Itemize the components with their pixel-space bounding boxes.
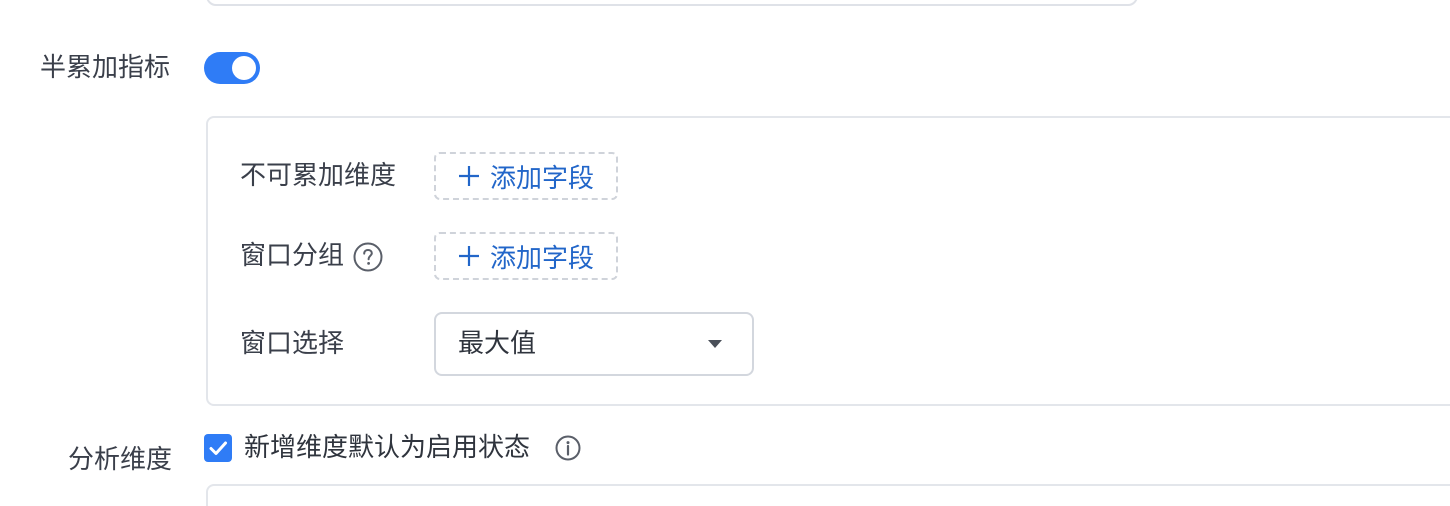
semi-additive-toggle[interactable] <box>204 52 260 84</box>
non-additive-dimensions-label: 不可累加维度 <box>240 161 397 191</box>
plus-icon <box>458 166 479 186</box>
previous-field-input[interactable] <box>206 0 1138 6</box>
plus-icon <box>458 246 479 266</box>
add-field-label: 添加字段 <box>489 243 594 274</box>
window-selection-select[interactable]: 最大值 <box>434 312 754 376</box>
semi-additive-label: 半累加指标 <box>40 53 171 83</box>
toggle-knob <box>232 56 256 80</box>
default-enable-checkbox[interactable] <box>204 434 232 462</box>
check-icon <box>209 441 227 455</box>
add-non-additive-dimension-button[interactable]: 添加字段 <box>434 152 618 200</box>
add-field-label: 添加字段 <box>489 163 594 194</box>
window-selection-value: 最大值 <box>458 329 537 359</box>
window-grouping-label-text: 窗口分组 <box>240 241 345 271</box>
analysis-dimensions-panel <box>206 484 1450 506</box>
window-selection-label: 窗口选择 <box>240 329 345 359</box>
default-enable-checkbox-label[interactable]: 新增维度默认为启用状态 <box>244 430 530 466</box>
caret-down-icon <box>708 340 722 348</box>
analysis-dimensions-label: 分析维度 <box>68 445 173 475</box>
info-circle-icon[interactable] <box>554 434 582 462</box>
question-circle-icon[interactable] <box>352 241 384 273</box>
metric-settings-form: 半累加指标 不可累加维度 添加字段 窗口分组 添加字段 窗口选择 最大值 分析维… <box>0 0 1450 506</box>
semi-additive-settings-panel: 不可累加维度 添加字段 窗口分组 添加字段 窗口选择 最大值 <box>206 116 1450 406</box>
add-window-grouping-button[interactable]: 添加字段 <box>434 232 618 280</box>
window-grouping-label: 窗口分组 <box>240 238 384 274</box>
